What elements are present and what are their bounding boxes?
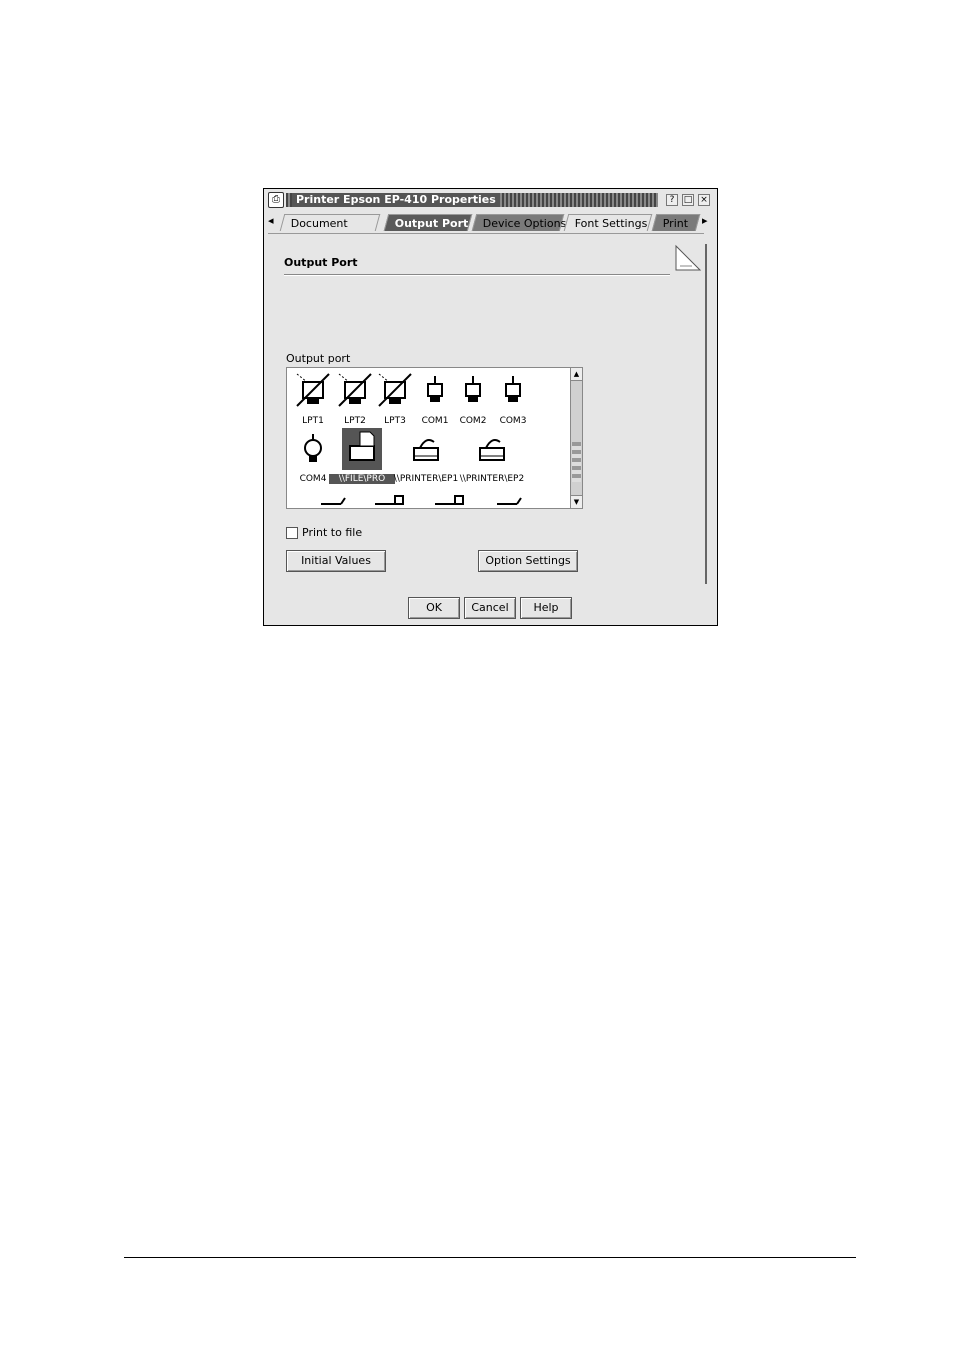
close-icon[interactable]: × — [698, 194, 710, 206]
printer-properties-dialog: ⎙ Printer Epson EP-410 Properties ? □ × … — [263, 188, 718, 626]
panel-border — [705, 244, 707, 584]
disabled-printer-icon — [378, 373, 412, 407]
port-item-lpt1[interactable]: LPT1 — [293, 370, 333, 428]
option-settings-button[interactable]: Option Settings — [478, 550, 578, 572]
ok-button[interactable]: OK — [408, 597, 460, 619]
tab-font-settings[interactable]: Font Settings — [563, 214, 653, 231]
tab-strip: ◂ Document Output Port Device Options Fo… — [264, 211, 717, 233]
help-button[interactable]: Help — [520, 597, 572, 619]
scroll-down-icon[interactable]: ▼ — [571, 495, 582, 508]
port-item-com3[interactable]: COM3 — [493, 370, 533, 428]
partial-port-row-icons — [321, 495, 522, 505]
tab-panel: Output Port Output port LPT1 LPT2 LPT3 C… — [268, 233, 707, 596]
page-corner-icon — [675, 244, 702, 271]
port-item-printer-ep2[interactable]: \\PRINTER\EP2 — [460, 428, 524, 486]
serial-port-icon — [427, 376, 443, 402]
tab-print[interactable]: Print — [651, 214, 701, 231]
port-item-file[interactable]: \\FILE\PRO — [329, 428, 395, 486]
cancel-button[interactable]: Cancel — [464, 597, 516, 619]
tab-scroll-right-icon[interactable]: ▸ — [702, 214, 708, 227]
section-title: Output Port — [284, 256, 358, 269]
network-printer-icon — [413, 439, 439, 461]
port-item-printer-ep1[interactable]: \\PRINTER\EP1 — [394, 428, 458, 486]
dialog-title: Printer Epson EP-410 Properties — [292, 193, 500, 207]
page-footer-rule — [124, 1257, 856, 1258]
print-to-file-row[interactable]: Print to file — [286, 526, 362, 539]
file-port-icon — [342, 428, 382, 470]
printer-app-icon: ⎙ — [268, 192, 284, 208]
scroll-thumb[interactable] — [572, 442, 581, 482]
section-divider — [284, 274, 670, 276]
port-label-printer-ep1: \\PRINTER\EP1 — [393, 474, 459, 484]
tab-device-options[interactable]: Device Options — [471, 214, 566, 231]
tab-output-port[interactable]: Output Port — [383, 214, 473, 231]
port-label-printer-ep2: \\PRINTER\EP2 — [459, 474, 525, 484]
port-list-scrollbar[interactable]: ▲ ▼ — [570, 368, 582, 508]
serial-port-icon — [505, 376, 521, 402]
network-printer-icon — [479, 439, 505, 461]
print-to-file-checkbox[interactable] — [286, 526, 298, 539]
serial-port-icon — [465, 376, 481, 402]
title-bar[interactable]: ⎙ Printer Epson EP-410 Properties ? □ × — [264, 189, 717, 209]
initial-values-button[interactable]: Initial Values — [286, 550, 386, 572]
disabled-printer-icon — [296, 373, 330, 407]
serial-port-icon — [304, 434, 322, 462]
port-label-com3: COM3 — [499, 416, 527, 426]
port-list[interactable]: LPT1 LPT2 LPT3 COM1 COM2 COM3 COM4 \\FIL… — [286, 367, 583, 509]
scroll-up-icon[interactable]: ▲ — [571, 368, 582, 381]
port-list-label: Output port — [286, 352, 351, 365]
disabled-printer-icon — [338, 373, 372, 407]
help-icon[interactable]: ? — [666, 194, 678, 206]
tab-scroll-left-icon[interactable]: ◂ — [268, 214, 274, 227]
port-item-com4[interactable]: COM4 — [293, 428, 333, 486]
tab-document[interactable]: Document — [279, 214, 381, 231]
maximize-icon[interactable]: □ — [682, 194, 694, 206]
port-label-file: \\FILE\PRO — [329, 474, 395, 484]
print-to-file-label: Print to file — [302, 526, 363, 539]
